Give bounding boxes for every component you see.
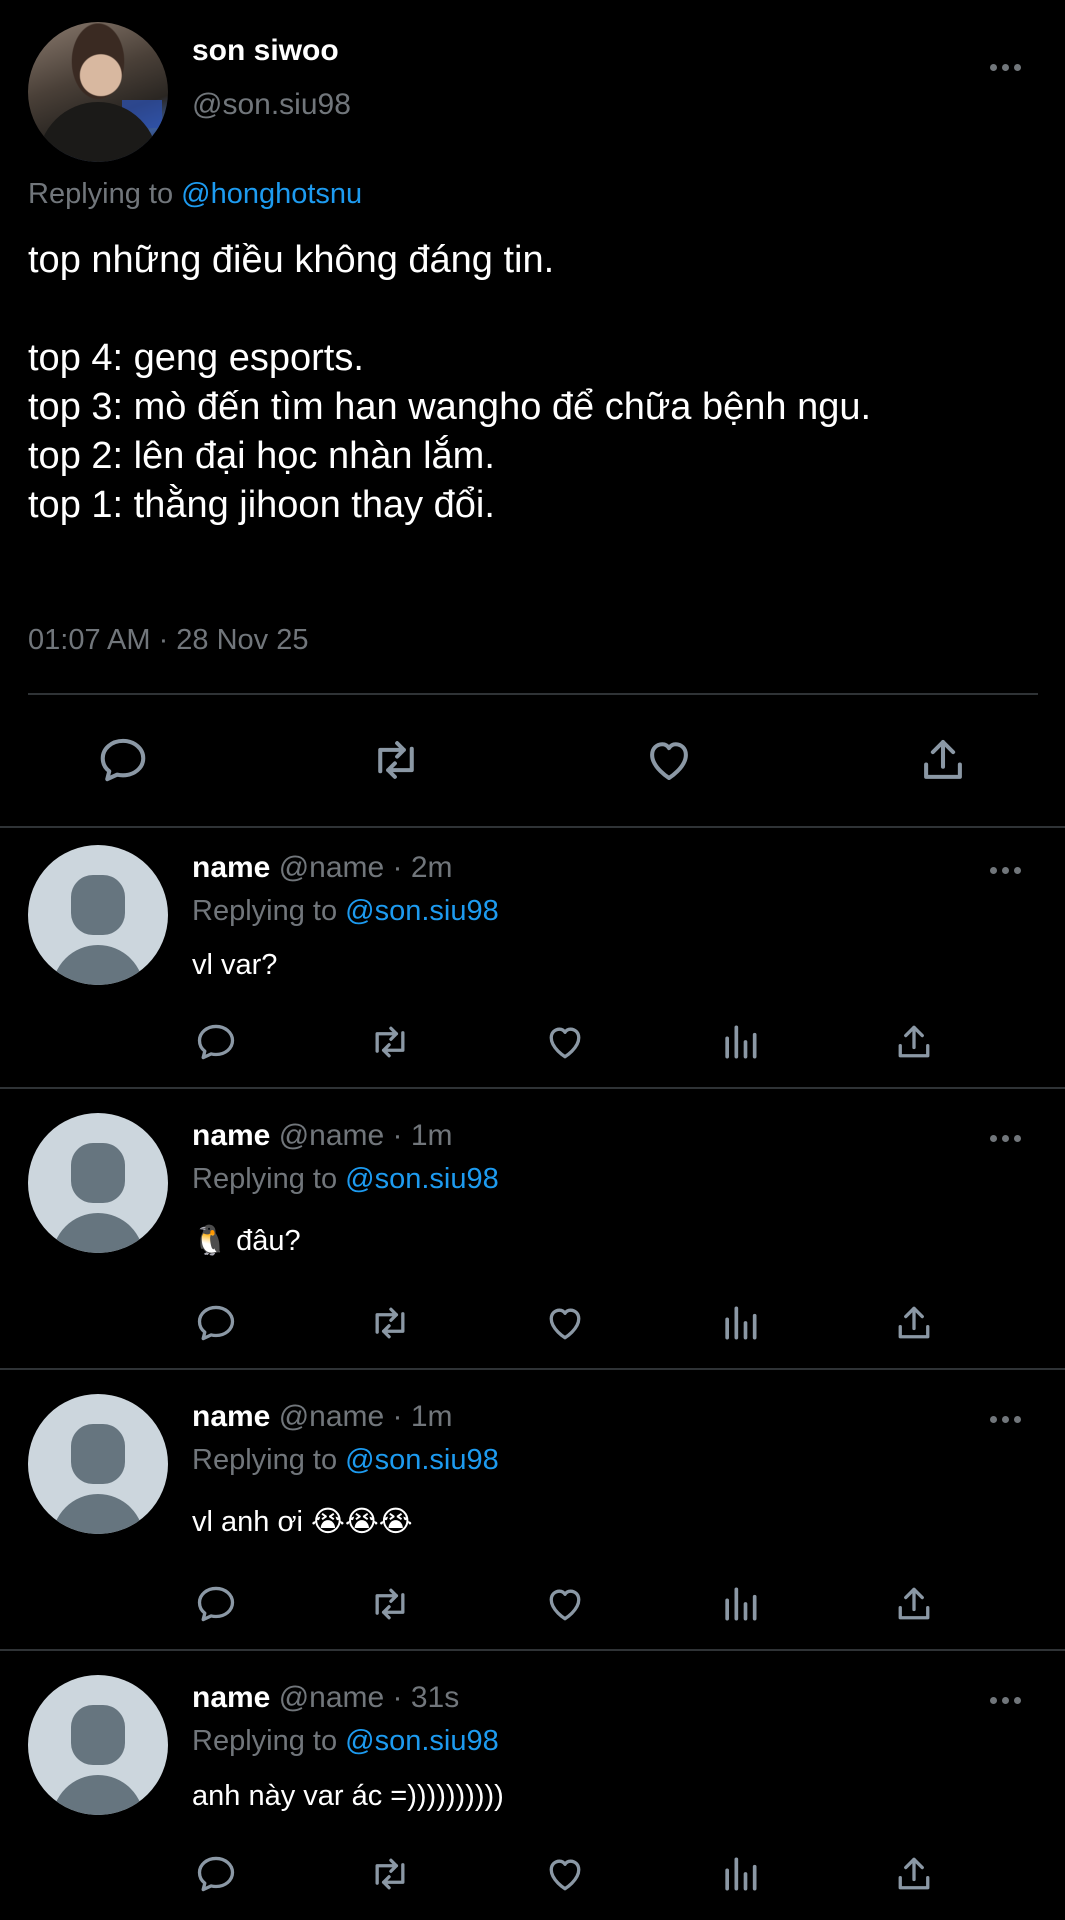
replying-prefix: Replying to	[192, 1444, 338, 1476]
reply-icon[interactable]	[96, 733, 150, 787]
replying-prefix: Replying to	[192, 1725, 338, 1757]
avatar[interactable]	[28, 845, 168, 985]
reply-icon[interactable]	[194, 1852, 238, 1896]
divider	[28, 693, 1038, 695]
more-options-icon[interactable]	[990, 1697, 1021, 1704]
reply-tweet[interactable]: name @name · 2m Replying to @son.siu98 v…	[0, 845, 1065, 1085]
like-icon[interactable]	[543, 1301, 587, 1345]
reply-meta: @name · 31s	[278, 1681, 460, 1714]
replying-handle-link[interactable]: @son.siu98	[345, 1163, 499, 1195]
more-options-icon[interactable]	[990, 1135, 1021, 1142]
retweet-icon[interactable]	[368, 1301, 412, 1345]
reply-tweet[interactable]: name @name · 31s Replying to @son.siu98 …	[0, 1675, 1065, 1915]
reply-text: anh này var ác =))))))))))	[192, 1780, 504, 1812]
reply-text: 🐧 đâu?	[192, 1223, 301, 1258]
replying-to: Replying to @son.siu98	[192, 895, 499, 928]
replying-handle-link[interactable]: @son.siu98	[345, 1444, 499, 1476]
author-handle[interactable]: @son.siu98	[192, 88, 351, 122]
reply-text: vl var?	[192, 949, 278, 981]
like-icon[interactable]	[543, 1020, 587, 1064]
share-icon[interactable]	[892, 1020, 936, 1064]
reply-icon[interactable]	[194, 1020, 238, 1064]
tweet-timestamp[interactable]: 01:07 AM · 28 Nov 25	[28, 624, 309, 657]
replying-handle-link[interactable]: @son.siu98	[345, 1725, 499, 1757]
retweet-icon[interactable]	[369, 733, 423, 787]
avatar[interactable]	[28, 1394, 168, 1534]
replying-to: Replying to @son.siu98	[192, 1444, 499, 1477]
reply-text-content: vl anh ơi	[192, 1506, 303, 1538]
retweet-icon[interactable]	[368, 1582, 412, 1626]
views-icon[interactable]	[718, 1301, 762, 1345]
replying-prefix: Replying to	[28, 178, 174, 210]
reply-author-name[interactable]: name	[192, 1119, 270, 1152]
share-icon[interactable]	[892, 1852, 936, 1896]
reply-meta: @name · 1m	[278, 1119, 453, 1152]
replying-prefix: Replying to	[192, 895, 338, 927]
replying-handle-link[interactable]: @honghotsnu	[181, 178, 362, 210]
views-icon[interactable]	[718, 1582, 762, 1626]
reply-author-name[interactable]: name	[192, 1681, 270, 1714]
divider	[0, 1087, 1065, 1089]
reply-text-content: đâu?	[236, 1225, 301, 1257]
share-icon[interactable]	[892, 1582, 936, 1626]
views-icon[interactable]	[718, 1852, 762, 1896]
main-tweet: son siwoo @son.siu98 Replying to @hongho…	[0, 0, 1065, 825]
tweet-text: top những điều không đáng tin. top 4: ge…	[28, 239, 872, 526]
reply-header: name @name · 1m	[192, 1119, 453, 1153]
replying-to: Replying to @son.siu98	[192, 1163, 499, 1196]
crying-emoji: 😭😭😭	[310, 1504, 413, 1538]
retweet-icon[interactable]	[368, 1020, 412, 1064]
reply-icon[interactable]	[194, 1301, 238, 1345]
author-name[interactable]: son siwoo	[192, 34, 339, 68]
replying-to: Replying to @honghotsnu	[28, 178, 362, 211]
share-icon[interactable]	[892, 1301, 936, 1345]
reply-text: vl anh ơi 😭😭😭	[192, 1504, 413, 1539]
more-options-icon[interactable]	[990, 867, 1021, 874]
reply-header: name @name · 2m	[192, 851, 453, 885]
replying-prefix: Replying to	[192, 1163, 338, 1195]
reply-meta: @name · 2m	[278, 851, 453, 884]
more-options-icon[interactable]	[990, 1416, 1021, 1423]
views-icon[interactable]	[718, 1020, 762, 1064]
avatar[interactable]	[28, 22, 168, 162]
reply-author-name[interactable]: name	[192, 1400, 270, 1433]
divider	[0, 1368, 1065, 1370]
avatar[interactable]	[28, 1113, 168, 1253]
penguin-emoji: 🐧	[192, 1223, 229, 1257]
reply-meta: @name · 1m	[278, 1400, 453, 1433]
reply-icon[interactable]	[194, 1582, 238, 1626]
reply-tweet[interactable]: name @name · 1m Replying to @son.siu98 v…	[0, 1394, 1065, 1634]
replying-handle-link[interactable]: @son.siu98	[345, 895, 499, 927]
avatar[interactable]	[28, 1675, 168, 1815]
retweet-icon[interactable]	[368, 1852, 412, 1896]
more-options-icon[interactable]	[990, 64, 1021, 71]
divider	[0, 826, 1065, 828]
like-icon[interactable]	[543, 1582, 587, 1626]
divider	[0, 1649, 1065, 1651]
reply-author-name[interactable]: name	[192, 851, 270, 884]
like-icon[interactable]	[543, 1852, 587, 1896]
reply-tweet[interactable]: name @name · 1m Replying to @son.siu98 🐧…	[0, 1113, 1065, 1353]
reply-header: name @name · 1m	[192, 1400, 453, 1434]
replying-to: Replying to @son.siu98	[192, 1725, 499, 1758]
share-icon[interactable]	[916, 733, 970, 787]
reply-header: name @name · 31s	[192, 1681, 459, 1715]
like-icon[interactable]	[642, 733, 696, 787]
